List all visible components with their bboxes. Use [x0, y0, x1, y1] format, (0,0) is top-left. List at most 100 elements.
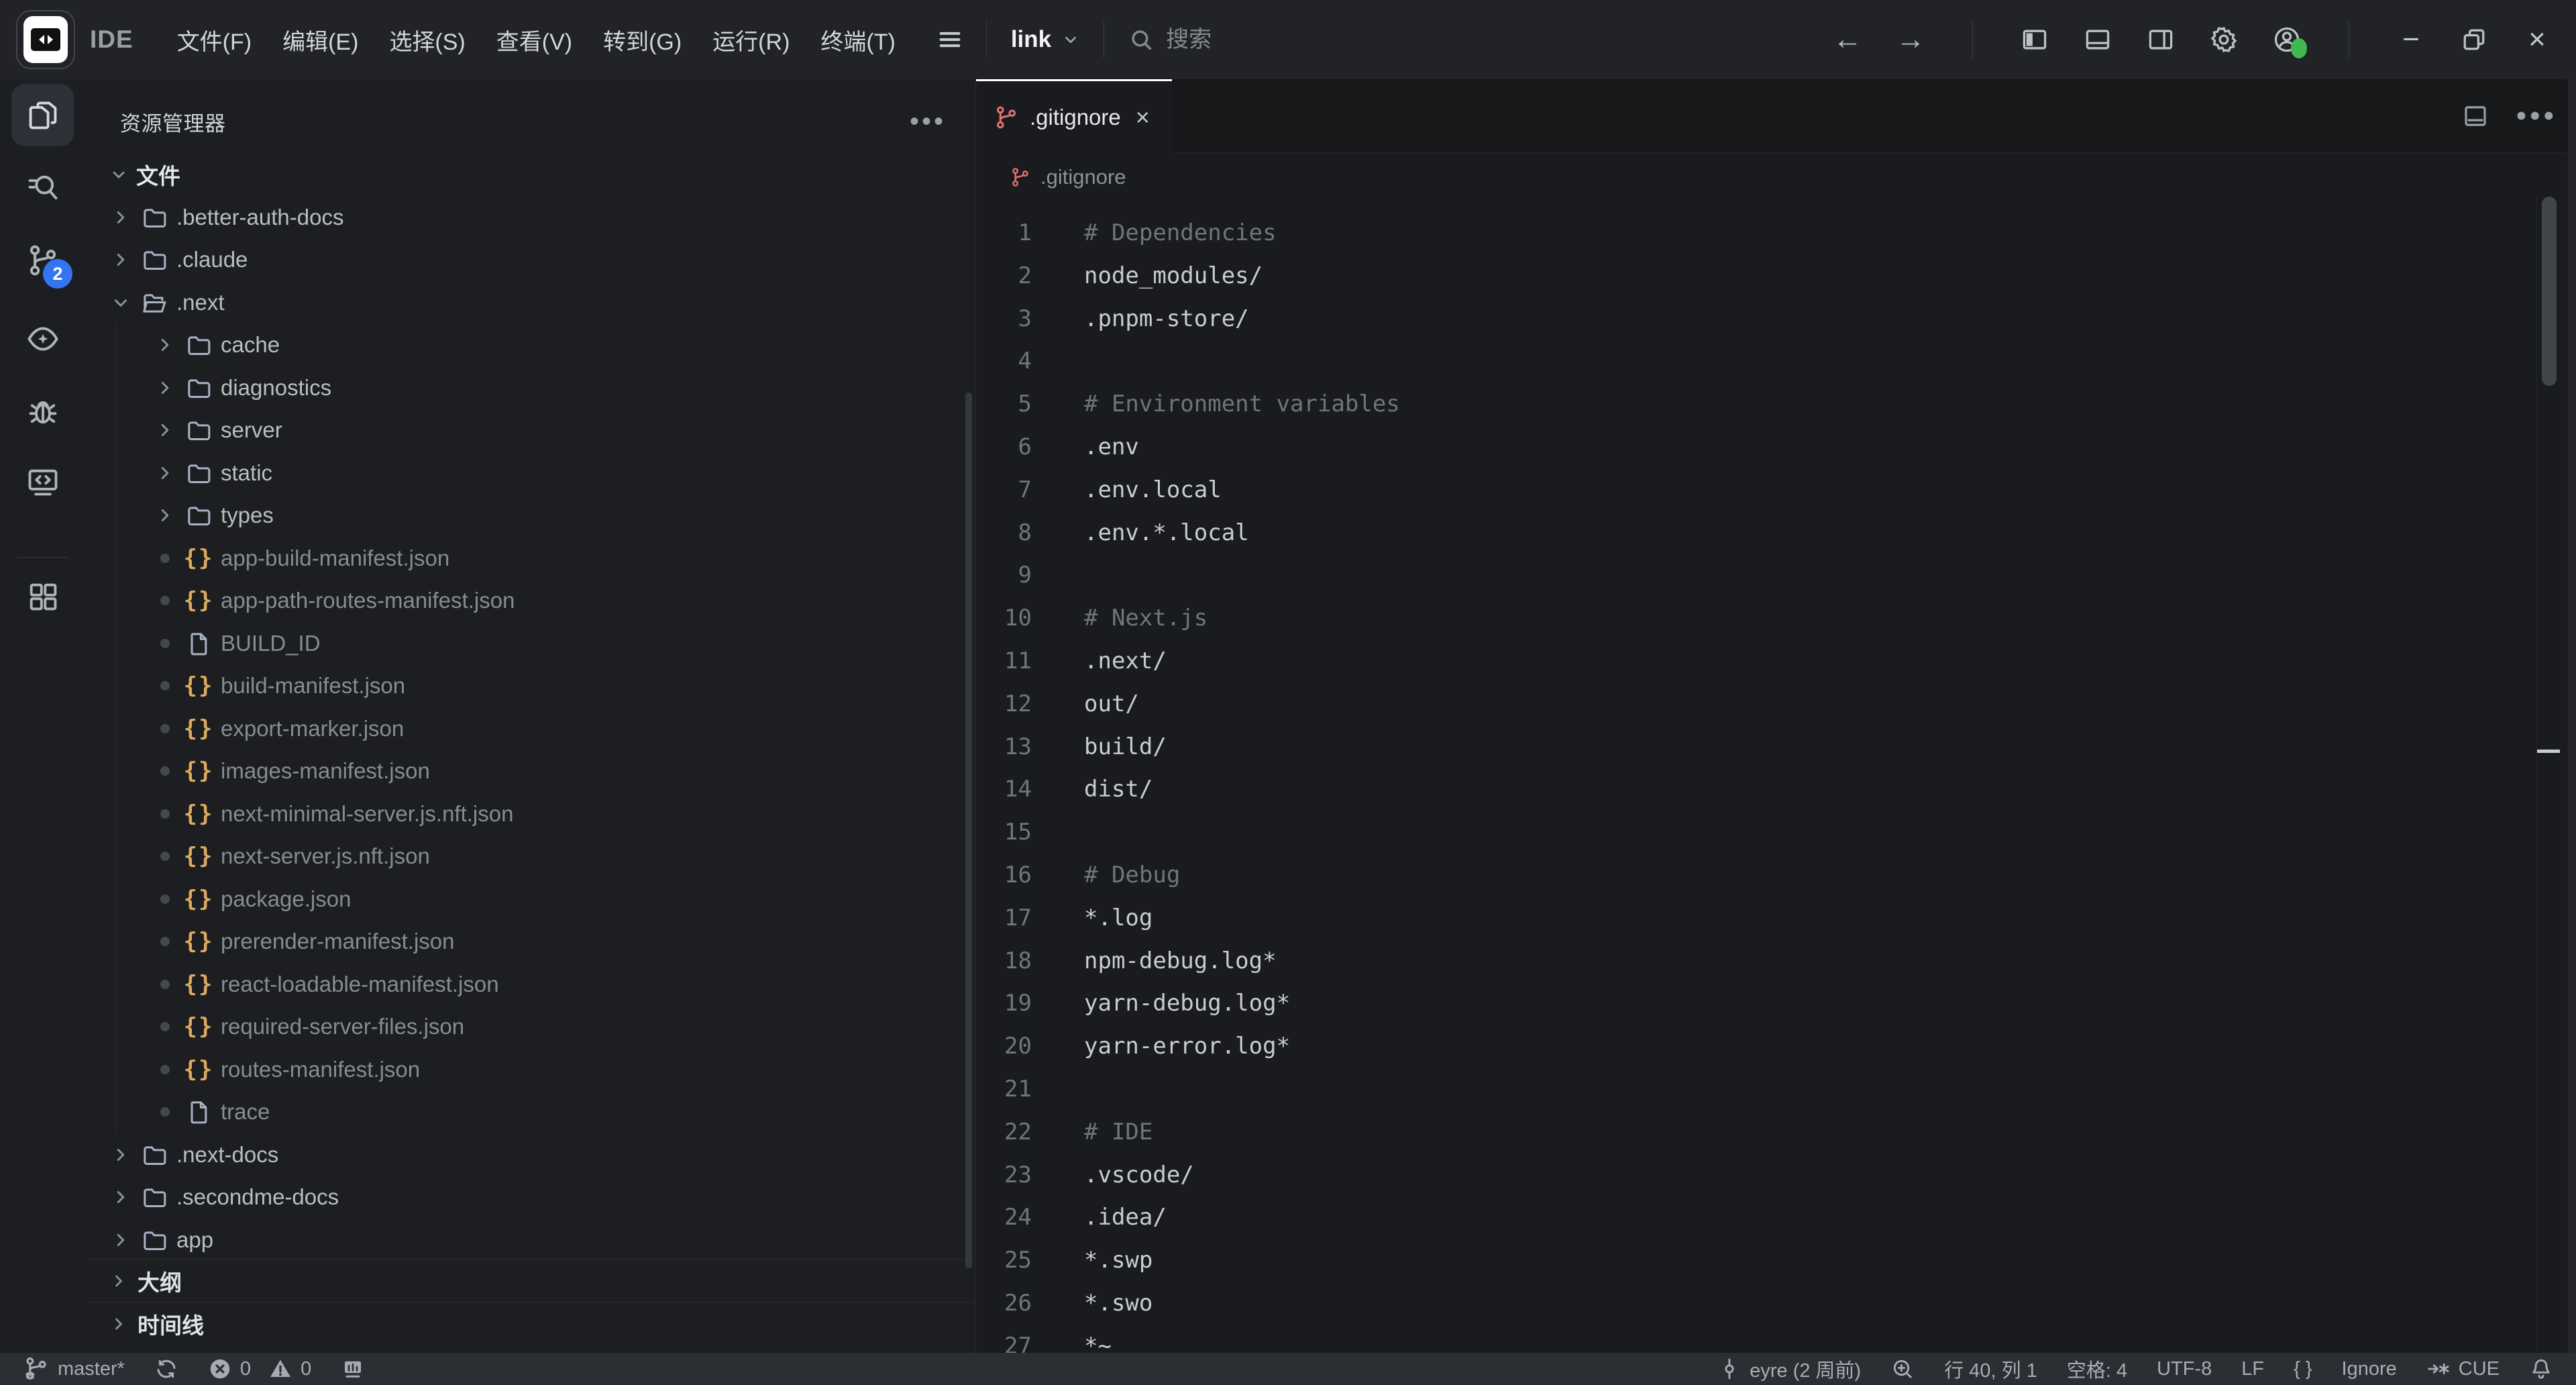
code-line[interactable]: 8.env.*.local	[976, 512, 2537, 555]
split-editor-icon[interactable]	[2461, 102, 2489, 130]
titlebar-search[interactable]	[1128, 27, 1448, 53]
nav-forward-button[interactable]: →	[1894, 23, 1927, 56]
activitybar-explorer[interactable]	[11, 84, 74, 146]
tree-item[interactable]: {}next-minimal-server.js.nft.json	[85, 792, 975, 835]
hamburger-menu-icon[interactable]	[928, 18, 971, 61]
menu-6[interactable]: 运行(R)	[697, 14, 805, 66]
tree-item[interactable]: {}next-server.js.nft.json	[85, 835, 975, 878]
tree-item[interactable]: server	[85, 409, 975, 452]
window-minimize-button[interactable]: −	[2395, 23, 2427, 56]
breadcrumb-item[interactable]: .gitignore	[1040, 165, 1126, 189]
activitybar-search[interactable]	[11, 156, 74, 219]
code-line[interactable]: 2node_modules/	[976, 255, 2537, 298]
tree-item[interactable]: diagnostics	[85, 366, 975, 409]
editor-scrollbar-thumb[interactable]	[2542, 197, 2557, 386]
toggle-bottom-panel-button[interactable]	[2082, 23, 2114, 56]
cursor-position[interactable]: 行 40, 列 1	[1944, 1355, 2037, 1383]
code-line[interactable]: 11.next/	[976, 640, 2537, 683]
code-line[interactable]: 6.env	[976, 426, 2537, 469]
tab-gitignore[interactable]: .gitignore ×	[976, 79, 1172, 153]
tree-item[interactable]: {}react-loadable-manifest.json	[85, 963, 975, 1006]
panel-toggle[interactable]	[341, 1357, 365, 1381]
code-line[interactable]: 24.idea/	[976, 1196, 2537, 1239]
project-picker[interactable]: link	[1002, 19, 1089, 60]
menu-4[interactable]: 查看(V)	[481, 14, 588, 66]
eol-indicator[interactable]: LF	[2241, 1358, 2264, 1380]
menu-3[interactable]: 选择(S)	[374, 14, 480, 66]
tree-item[interactable]: {}export-marker.json	[85, 707, 975, 750]
menu-1[interactable]: 文件(F)	[162, 14, 267, 66]
code-line[interactable]: 17*.log	[976, 897, 2537, 940]
tree-item[interactable]: cache	[85, 324, 975, 367]
tree-item[interactable]: {}package.json	[85, 878, 975, 921]
code-line[interactable]: 27*~	[976, 1325, 2537, 1353]
app-logo[interactable]	[16, 10, 75, 69]
code-line[interactable]: 10# Next.js	[976, 597, 2537, 640]
window-restore-button[interactable]	[2458, 23, 2490, 56]
sidebar-scrollbar[interactable]	[965, 393, 972, 1268]
tree-item[interactable]: BUILD_ID	[85, 622, 975, 665]
window-close-button[interactable]: ×	[2521, 23, 2553, 56]
tree-item[interactable]: {}images-manifest.json	[85, 750, 975, 793]
account-icon[interactable]	[2271, 23, 2303, 56]
code-line[interactable]: 19yarn-debug.log*	[976, 982, 2537, 1025]
tree-item[interactable]: {}app-path-routes-manifest.json	[85, 580, 975, 623]
language-mode-indicator[interactable]: Ignore	[2342, 1358, 2397, 1380]
tree-item[interactable]: .next-docs	[85, 1133, 975, 1176]
toggle-left-sidebar-button[interactable]	[2019, 23, 2051, 56]
tree-item[interactable]: types	[85, 495, 975, 537]
sync-button[interactable]	[154, 1357, 178, 1381]
nav-back-button[interactable]: ←	[1831, 23, 1864, 56]
code-line[interactable]: 22# IDE	[976, 1111, 2537, 1154]
tree-item[interactable]: {}required-server-files.json	[85, 1006, 975, 1049]
code-line[interactable]: 25*.swp	[976, 1239, 2537, 1282]
outline-section[interactable]: 大纲	[85, 1259, 975, 1302]
activitybar-debug[interactable]	[11, 380, 74, 442]
activitybar-extensions[interactable]	[11, 565, 74, 627]
code-line[interactable]: 18npm-debug.log*	[976, 940, 2537, 983]
tab-close-icon[interactable]: ×	[1136, 105, 1150, 130]
tree-item[interactable]: .better-auth-docs	[85, 196, 975, 239]
code-line[interactable]: 13build/	[976, 726, 2537, 769]
encoding-indicator[interactable]: UTF-8	[2157, 1358, 2212, 1380]
tree-item[interactable]: .claude	[85, 239, 975, 282]
cue-indicator[interactable]: CUE	[2426, 1357, 2500, 1381]
last-commit-indicator[interactable]: eyre (2 周前)	[1717, 1355, 1861, 1383]
tree-item[interactable]: {}app-build-manifest.json	[85, 537, 975, 580]
code-line[interactable]: 7.env.local	[976, 469, 2537, 512]
code-line[interactable]: 3.pnpm-store/	[976, 298, 2537, 341]
files-section-header[interactable]: 文件	[85, 153, 975, 196]
code-line[interactable]: 15	[976, 811, 2537, 854]
menu-5[interactable]: 转到(G)	[588, 14, 697, 66]
activitybar-source-control[interactable]: 2	[11, 229, 74, 291]
tree-item[interactable]: {}prerender-manifest.json	[85, 921, 975, 964]
language-mode-icon[interactable]: { }	[2294, 1358, 2312, 1380]
code-line[interactable]: 1# Dependencies	[976, 212, 2537, 255]
tree-item[interactable]: static	[85, 452, 975, 495]
code-line[interactable]: 9	[976, 554, 2537, 597]
tree-item[interactable]: .secondme-docs	[85, 1176, 975, 1219]
tree-item[interactable]: app	[85, 1219, 975, 1262]
problems-indicator[interactable]: 0 0	[208, 1357, 311, 1381]
timeline-section[interactable]: 时间线	[85, 1302, 975, 1345]
search-input[interactable]	[1166, 27, 1448, 53]
code-line[interactable]: 14dist/	[976, 768, 2537, 811]
settings-gear-icon[interactable]	[2208, 23, 2240, 56]
activitybar-remote[interactable]	[11, 450, 74, 513]
code-line[interactable]: 23.vscode/	[976, 1154, 2537, 1197]
menu-7[interactable]: 终端(T)	[805, 14, 910, 66]
code-line[interactable]: 4	[976, 340, 2537, 383]
tree-item[interactable]: .next	[85, 281, 975, 324]
branch-indicator[interactable]: master*	[23, 1355, 125, 1382]
tree-item[interactable]: {}build-manifest.json	[85, 665, 975, 708]
tree-item[interactable]: trace	[85, 1091, 975, 1134]
toggle-right-sidebar-button[interactable]	[2145, 23, 2177, 56]
code-line[interactable]: 5# Environment variables	[976, 383, 2537, 426]
indentation-indicator[interactable]: 空格: 4	[2067, 1355, 2127, 1383]
code-line[interactable]: 16# Debug	[976, 854, 2537, 897]
code-line[interactable]: 20yarn-error.log*	[976, 1025, 2537, 1068]
activitybar-ai-view[interactable]	[11, 307, 74, 370]
code-area[interactable]: 1# Dependencies2node_modules/3.pnpm-stor…	[976, 201, 2537, 1353]
notifications-bell[interactable]	[2529, 1357, 2553, 1381]
code-line[interactable]: 21	[976, 1068, 2537, 1111]
